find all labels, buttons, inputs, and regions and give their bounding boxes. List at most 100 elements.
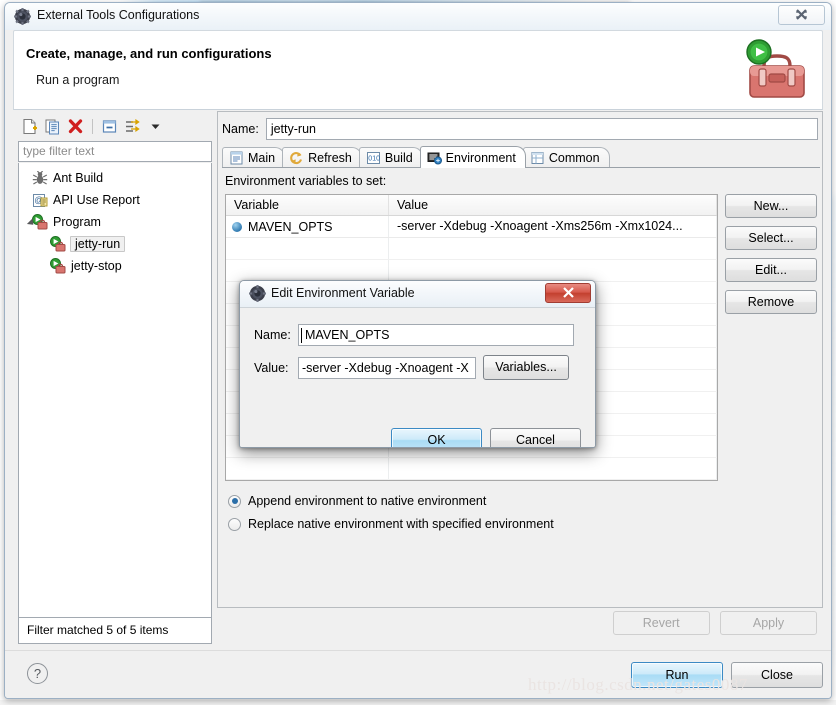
window-title: External Tools Configurations xyxy=(37,8,200,22)
eclipse-gear-icon xyxy=(14,8,31,25)
api-use-report-icon: @ xyxy=(31,192,48,208)
edit-environment-variable-dialog: Edit Environment Variable Name: MAVEN_OP… xyxy=(239,280,596,448)
new-variable-button[interactable]: New... xyxy=(725,194,817,218)
dialog-footer: ? Run Close xyxy=(5,650,831,698)
modal-cancel-button[interactable]: Cancel xyxy=(490,428,581,447)
filter-status-text: Filter matched 5 of 5 items xyxy=(18,618,212,644)
radio-replace-environment[interactable]: Replace native environment with specifie… xyxy=(228,517,554,531)
radio-label: Append environment to native environment xyxy=(248,494,487,508)
toolbar-separator xyxy=(92,118,93,134)
modal-titlebar: Edit Environment Variable xyxy=(240,281,595,307)
tree-item-api-use-report[interactable]: @ API Use Report xyxy=(19,189,211,211)
select-variable-button[interactable]: Select... xyxy=(725,226,817,250)
eclipse-gear-icon xyxy=(249,285,266,302)
window-titlebar: External Tools Configurations xyxy=(5,3,831,30)
table-header-row: Variable Value xyxy=(226,195,717,216)
duplicate-launch-configuration-icon[interactable] xyxy=(42,116,63,137)
remove-variable-button[interactable]: Remove xyxy=(725,290,817,314)
edit-variable-button[interactable]: Edit... xyxy=(725,258,817,282)
modal-value-input[interactable]: -server -Xdebug -Xnoagent -X xyxy=(298,356,476,379)
environment-action-buttons: New... Select... Edit... Remove xyxy=(725,194,817,322)
table-row-empty[interactable] xyxy=(226,260,717,282)
tree-item-ant-build[interactable]: Ant Build xyxy=(19,167,211,189)
tab-label: Main xyxy=(248,151,276,165)
launch-configurations-tree[interactable]: Ant Build @ API Use Report Program jetty… xyxy=(18,163,212,618)
modal-close-button[interactable] xyxy=(545,283,591,303)
program-config-icon xyxy=(49,236,66,252)
main-tab-icon xyxy=(229,151,244,165)
radio-append-environment[interactable]: Append environment to native environment xyxy=(228,494,486,508)
tree-item-label: API Use Report xyxy=(53,193,140,207)
modal-name-input[interactable]: MAVEN_OPTS xyxy=(298,324,574,346)
filter-launch-configurations-icon[interactable] xyxy=(122,116,143,137)
toolbox-with-run-icon xyxy=(740,36,808,102)
modal-body: Name: MAVEN_OPTS Value: -server -Xdebug … xyxy=(240,307,595,447)
delete-launch-configuration-icon[interactable] xyxy=(65,116,86,137)
close-button[interactable]: Close xyxy=(731,662,823,688)
variable-bullet-icon xyxy=(232,221,242,232)
banner-subtitle: Run a program xyxy=(36,73,120,87)
build-tab-icon: 010 xyxy=(366,151,381,165)
configuration-name-row: Name: jetty-run xyxy=(222,118,818,140)
revert-apply-group: Revert Apply xyxy=(606,611,817,635)
column-header-value[interactable]: Value xyxy=(389,195,717,215)
name-label: Name: xyxy=(222,122,259,136)
apply-button[interactable]: Apply xyxy=(720,611,817,635)
tab-label: Common xyxy=(548,151,600,165)
modal-name-label: Name: xyxy=(254,328,291,342)
variables-button[interactable]: Variables... xyxy=(483,355,569,380)
cell-value: -server -Xdebug -Xnoagent -Xms256m -Xmx1… xyxy=(389,216,717,237)
tree-item-label: jetty-stop xyxy=(71,259,122,273)
configurations-tree-panel: type filter text Ant Build @ API Use Rep… xyxy=(15,111,215,644)
tree-item-label: jetty-run xyxy=(70,236,126,252)
environment-section-label: Environment variables to set: xyxy=(225,174,387,188)
tree-item-program[interactable]: Program xyxy=(19,211,211,233)
tree-item-jetty-stop[interactable]: jetty-stop xyxy=(19,255,211,277)
desktop-bottom-edge xyxy=(0,700,836,705)
radio-label: Replace native environment with specifie… xyxy=(248,517,554,531)
tab-label: Refresh xyxy=(308,151,352,165)
modal-value-label: Value: xyxy=(254,360,289,375)
banner-title: Create, manage, and run configurations xyxy=(26,46,272,61)
cell-variable: MAVEN_OPTS xyxy=(226,216,389,237)
external-tools-configurations-dialog: External Tools Configurations Create, ma… xyxy=(4,2,832,699)
column-header-variable[interactable]: Variable xyxy=(226,195,389,215)
filter-input[interactable]: type filter text xyxy=(18,141,212,162)
tab-environment[interactable]: Environment xyxy=(419,146,526,168)
revert-button[interactable]: Revert xyxy=(612,611,710,635)
configuration-tabs: Main Refresh 010 Build Environment Commo… xyxy=(222,146,820,168)
tab-main[interactable]: Main xyxy=(222,147,286,168)
new-launch-configuration-icon[interactable] xyxy=(19,116,40,137)
tab-label: Build xyxy=(384,151,413,165)
table-row[interactable]: MAVEN_OPTS -server -Xdebug -Xnoagent -Xm… xyxy=(226,216,717,238)
tab-label: Environment xyxy=(445,150,516,165)
modal-value-row: Value: -server -Xdebug -Xnoagent -X Vari… xyxy=(254,355,584,380)
common-tab-icon xyxy=(530,151,545,165)
window-close-button[interactable] xyxy=(778,5,825,25)
configuration-name-input[interactable]: jetty-run xyxy=(265,118,818,140)
tree-item-label: Program xyxy=(53,215,101,229)
table-row-empty[interactable] xyxy=(226,458,717,480)
view-menu-chevron-down-icon[interactable] xyxy=(145,116,166,137)
tab-refresh[interactable]: Refresh xyxy=(282,147,362,168)
help-icon[interactable]: ? xyxy=(27,663,48,684)
program-config-icon xyxy=(49,258,66,274)
radio-button-icon xyxy=(228,494,241,508)
cell-variable-text: MAVEN_OPTS xyxy=(248,219,333,234)
table-row-empty[interactable] xyxy=(226,238,717,260)
refresh-tab-icon xyxy=(289,151,304,165)
modal-ok-button[interactable]: OK xyxy=(391,428,482,447)
tree-item-jetty-run[interactable]: jetty-run xyxy=(19,233,211,255)
tab-common[interactable]: Common xyxy=(522,147,610,168)
collapse-all-icon[interactable] xyxy=(99,116,120,137)
run-button[interactable]: Run xyxy=(631,662,723,688)
dialog-banner: Create, manage, and run configurations R… xyxy=(13,30,823,110)
svg-text:010: 010 xyxy=(368,156,380,163)
modal-title-text: Edit Environment Variable xyxy=(271,286,415,300)
tree-item-label: Ant Build xyxy=(53,171,104,185)
radio-button-icon xyxy=(228,517,241,531)
ant-build-icon xyxy=(31,170,48,186)
modal-name-row: Name: MAVEN_OPTS xyxy=(254,324,584,346)
environment-tab-icon xyxy=(427,151,442,165)
tab-build[interactable]: 010 Build xyxy=(358,147,423,168)
